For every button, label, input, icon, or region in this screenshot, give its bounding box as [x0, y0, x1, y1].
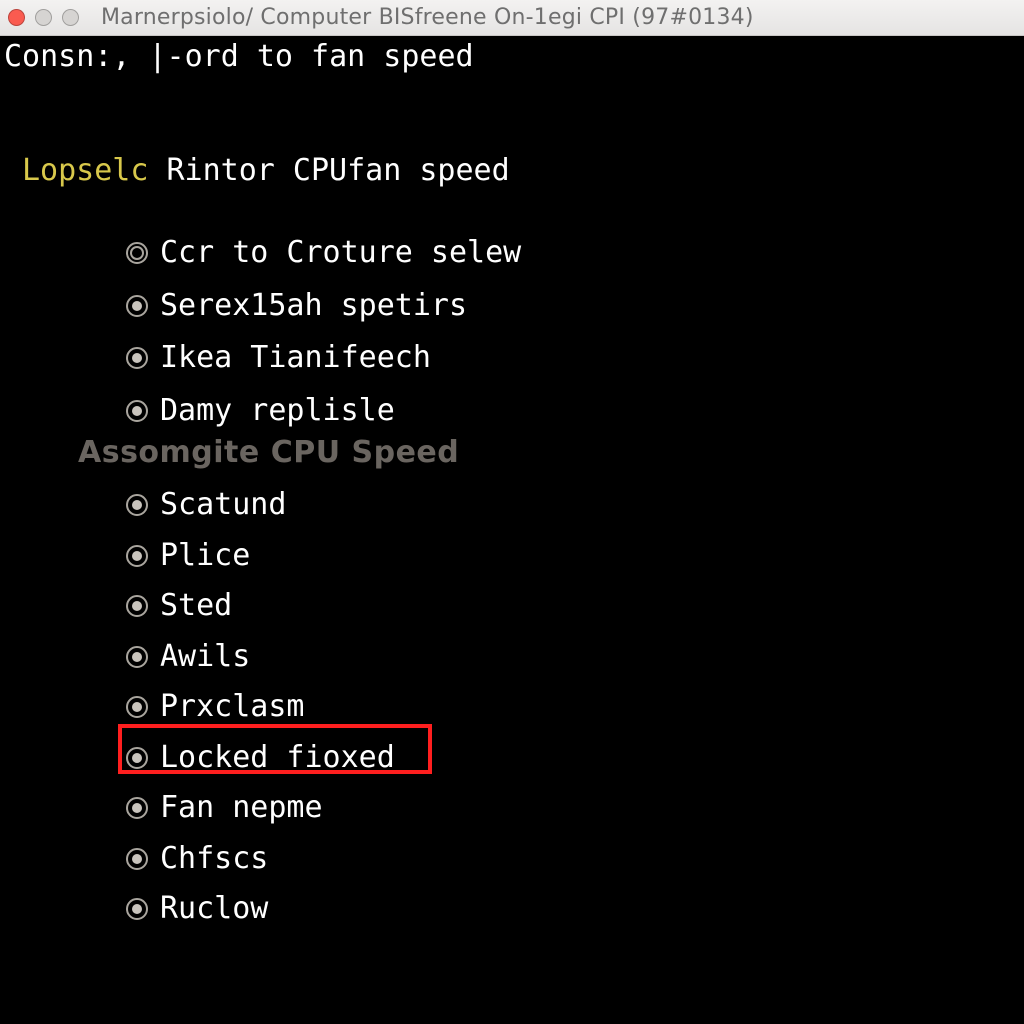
option-label: Damy replisle — [160, 394, 395, 429]
radio-icon — [126, 646, 148, 668]
radio-icon — [126, 494, 148, 516]
radio-icon — [126, 295, 148, 317]
list-item[interactable]: Damy replisle — [126, 394, 521, 429]
radio-icon — [126, 747, 148, 769]
list-item[interactable]: Ccr to Croture selew — [126, 236, 521, 271]
radio-icon — [126, 347, 148, 369]
options-group-1: Ccr to Croture selew Serex15ah spetirs I… — [126, 236, 521, 428]
sub-section-header: Assomgite CPU Speed — [78, 436, 459, 471]
radio-icon — [126, 242, 148, 264]
option-label: Sted — [160, 589, 232, 624]
radio-icon — [126, 595, 148, 617]
option-label: Prxclasm — [160, 690, 305, 725]
list-item[interactable]: Fan nepme — [126, 791, 395, 826]
radio-icon — [126, 545, 148, 567]
option-label: Chfscs — [160, 842, 268, 877]
option-label: Plice — [160, 539, 250, 574]
list-item[interactable]: Scatund — [126, 488, 395, 523]
list-item[interactable]: Serex15ah spetirs — [126, 289, 521, 324]
option-label: Fan nepme — [160, 791, 323, 826]
options-group-2: Scatund Plice Sted Awils Prxclasm Locked… — [126, 488, 395, 927]
list-item[interactable]: Chfscs — [126, 842, 395, 877]
list-item[interactable]: Ikea Tianifeech — [126, 341, 521, 376]
radio-icon — [126, 797, 148, 819]
window-controls — [8, 9, 79, 26]
list-item[interactable]: Plice — [126, 539, 395, 574]
close-icon[interactable] — [8, 9, 25, 26]
list-item[interactable]: Ruclow — [126, 892, 395, 927]
list-item[interactable]: Awils — [126, 640, 395, 675]
radio-icon — [126, 898, 148, 920]
radio-icon — [126, 400, 148, 422]
list-item[interactable]: Sted — [126, 589, 395, 624]
option-label: Scatund — [160, 488, 286, 523]
section-header: Lopselc Rintor CPUfan speed — [22, 154, 510, 189]
window-title: Marnerpsiolo/ Computer BISfreene On-1egi… — [101, 5, 754, 30]
option-label: Ccr to Croture selew — [160, 236, 521, 271]
option-label: Awils — [160, 640, 250, 675]
console-top-line: Consn:, |-ord to fan speed — [4, 40, 474, 75]
list-item-highlighted[interactable]: Locked fioxed — [126, 741, 395, 776]
section-header-rest: Rintor CPUfan speed — [148, 153, 509, 188]
radio-icon — [126, 696, 148, 718]
radio-icon — [126, 848, 148, 870]
bios-screen: Consn:, |-ord to fan speed Lopselc Rinto… — [0, 36, 1024, 1024]
option-label: Locked fioxed — [160, 741, 395, 776]
option-label: Ikea Tianifeech — [160, 341, 431, 376]
option-label: Serex15ah spetirs — [160, 289, 467, 324]
list-item[interactable]: Prxclasm — [126, 690, 395, 725]
option-label: Ruclow — [160, 892, 268, 927]
section-header-prefix: Lopselc — [22, 153, 148, 188]
zoom-icon[interactable] — [62, 9, 79, 26]
minimize-icon[interactable] — [35, 9, 52, 26]
window-titlebar: Marnerpsiolo/ Computer BISfreene On-1egi… — [0, 0, 1024, 36]
